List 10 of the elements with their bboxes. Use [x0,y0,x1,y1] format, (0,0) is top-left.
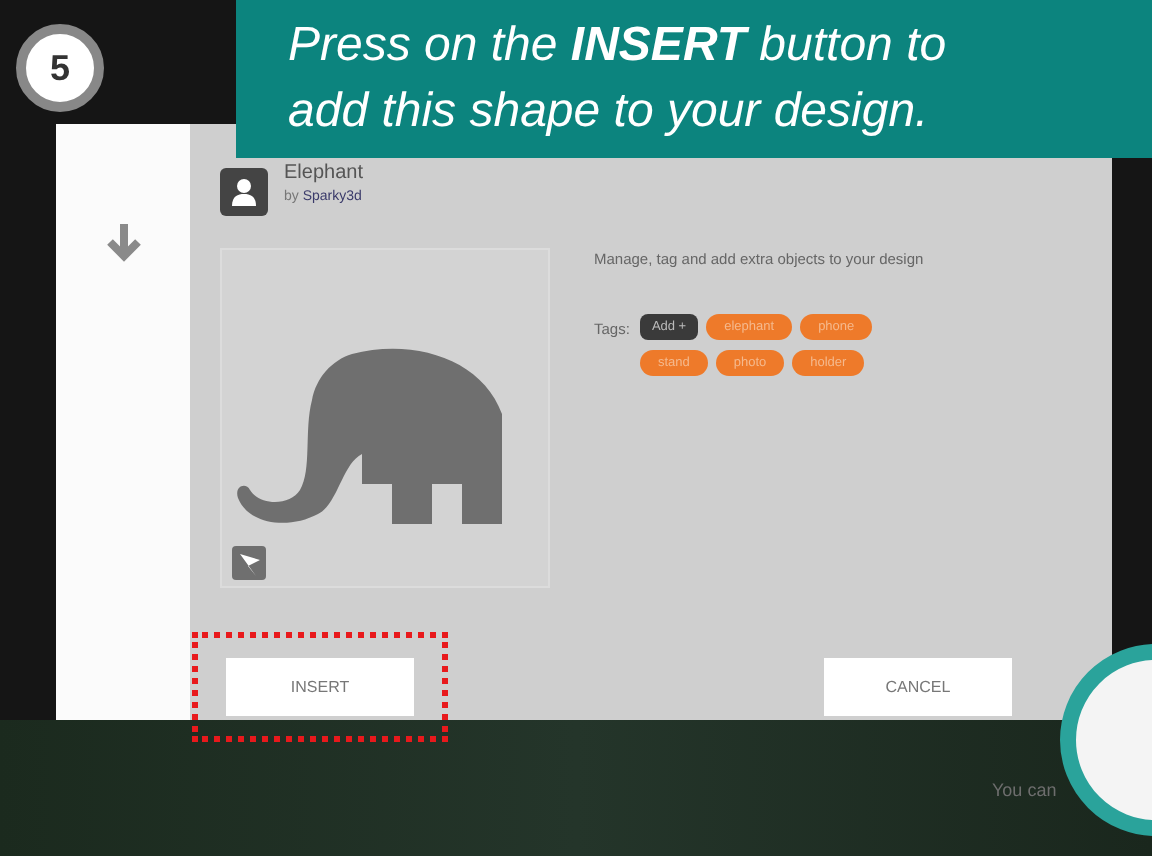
down-arrow-icon[interactable] [103,220,143,264]
dialog-button[interactable]: CANCEL [824,658,1012,716]
background-text: You can [992,780,1057,800]
flag-icon[interactable] [232,546,266,580]
step-badge: 5 [16,24,104,112]
instruction-text: add this shape to your design. [288,82,931,142]
instruction-text: Press on the INSERT button to [288,16,949,76]
dialog-button[interactable]: INSERT [226,658,414,716]
avatar-icon [220,168,268,216]
shape-title: Elephant [284,162,363,184]
